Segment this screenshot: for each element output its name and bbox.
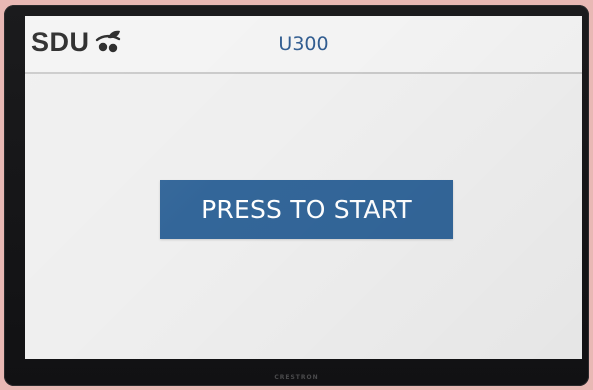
touch-panel-device: SDU U300 PRESS TO START CRESTRON: [4, 5, 589, 386]
room-title: U300: [278, 33, 329, 55]
header-bar: SDU U300: [25, 16, 582, 72]
touch-panel-screen: SDU U300 PRESS TO START: [25, 16, 582, 359]
device-brand-label: CRESTRON: [274, 374, 319, 381]
press-to-start-button[interactable]: PRESS TO START: [160, 180, 453, 239]
header-divider: [25, 72, 582, 74]
